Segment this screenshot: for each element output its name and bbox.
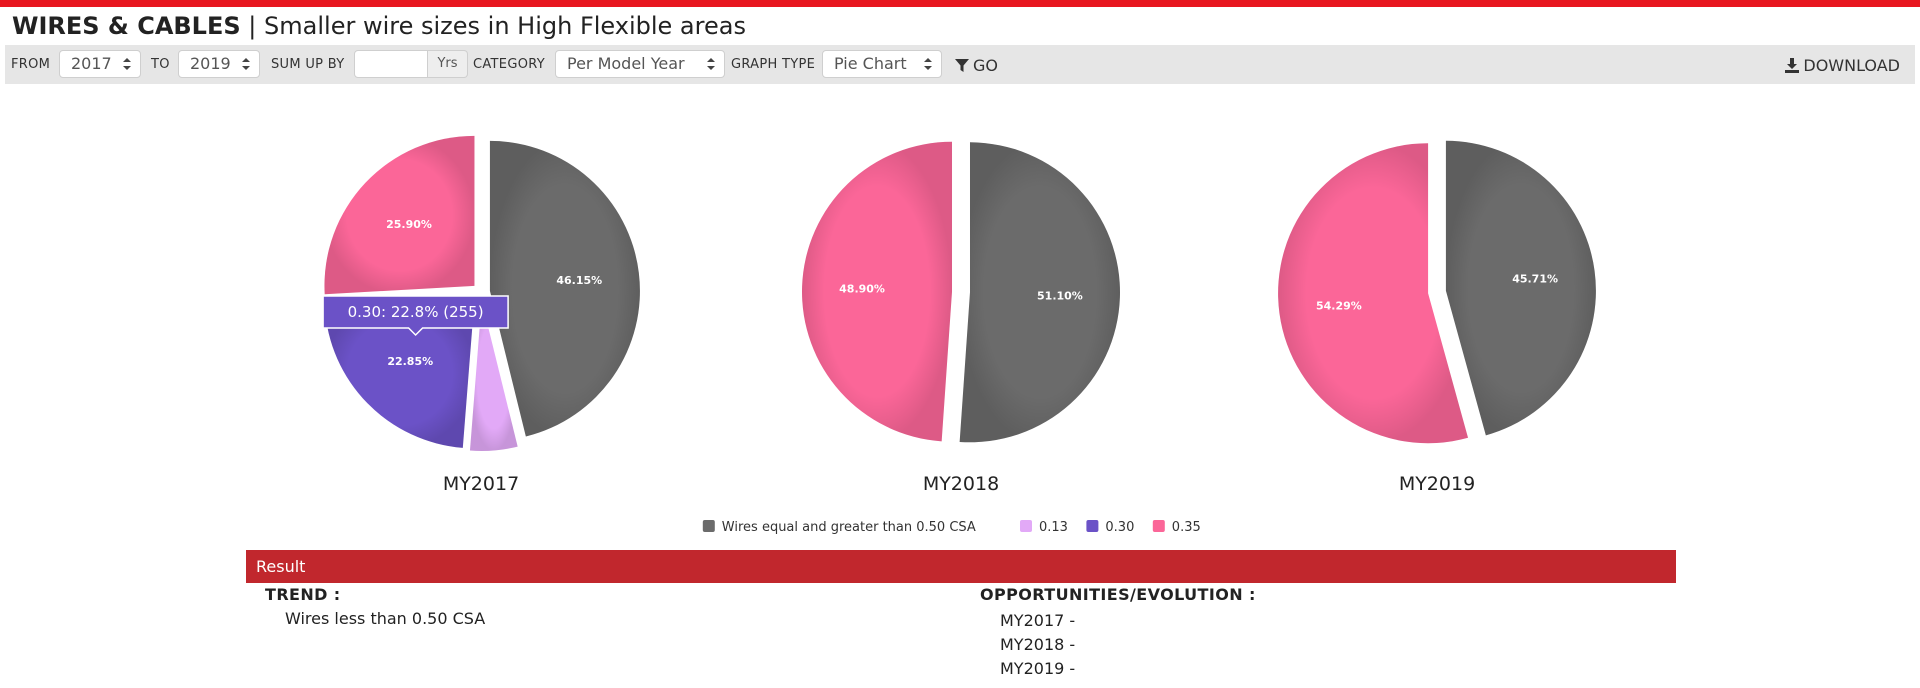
- legend-swatch: [702, 520, 715, 532]
- result-header: Result: [246, 550, 1676, 583]
- pie-slice-wires-equal-and-greater-than-0-50-csa[interactable]: [489, 140, 640, 437]
- pie-title: MY2018: [923, 473, 999, 495]
- legend-label: 0.35: [1172, 520, 1201, 535]
- go-label: GO: [973, 56, 998, 75]
- pie-slice-wires-equal-and-greater-than-0-50-csa[interactable]: [1445, 140, 1596, 436]
- pies-group: 46.15% 22.85% 25.90% MY2017 0.30: 22.8% (255…: [322, 135, 1596, 495]
- page-title-subtitle: Smaller wire sizes in High Flexible area…: [264, 12, 746, 40]
- top-accent-bar: [0, 0, 1920, 7]
- to-label: TO: [151, 57, 170, 72]
- opportunity-item: MY2018 -: [1000, 635, 1076, 654]
- to-year-select[interactable]: 2019: [178, 50, 260, 78]
- legend-label: 0.30: [1105, 520, 1134, 535]
- pie-data-label: 45.71%: [1512, 273, 1558, 286]
- from-year-value: 2017: [71, 54, 112, 73]
- download-label: DOWNLOAD: [1803, 56, 1900, 75]
- trend-text: Wires less than 0.50 CSA: [285, 609, 486, 628]
- select-caret-icon: [242, 58, 250, 70]
- legend-swatch: [1086, 520, 1099, 532]
- page-title-brand: WIRES & CABLES: [12, 12, 241, 40]
- pie-data-label: 48.90%: [839, 283, 885, 296]
- pie-data-label: 46.15%: [556, 274, 602, 287]
- legend-label: Wires equal and greater than 0.50 CSA: [722, 520, 976, 535]
- sumup-input[interactable]: [354, 50, 428, 78]
- download-icon: [1785, 58, 1800, 73]
- opportunity-item: MY2017 -: [1000, 611, 1076, 630]
- page-title: WIRES & CABLES | Smaller wire sizes in H…: [12, 10, 746, 42]
- select-caret-icon: [707, 58, 715, 70]
- sumup-label: SUM UP BY: [271, 57, 345, 72]
- legend-label: 0.13: [1039, 520, 1068, 535]
- graphtype-value: Pie Chart: [834, 54, 907, 73]
- pie-slice-0-35[interactable]: [1278, 143, 1469, 444]
- category-label: CATEGORY: [473, 57, 545, 72]
- from-year-select[interactable]: 2017: [59, 50, 141, 78]
- from-label: FROM: [11, 57, 51, 72]
- page-title-separator: |: [248, 12, 257, 40]
- select-caret-icon: [924, 58, 932, 70]
- pie-data-label: 25.90%: [386, 218, 432, 231]
- legend-item-0-30[interactable]: 0.30: [1086, 520, 1134, 535]
- opportunity-item: MY2019 -: [1000, 659, 1076, 678]
- pie-data-label: 22.85%: [387, 355, 433, 368]
- legend-swatch: [1152, 520, 1165, 532]
- legend-item-0-13[interactable]: 0.13: [1020, 520, 1068, 535]
- chart-legend: Wires equal and greater than 0.50 CSA 0.1…: [702, 520, 1201, 535]
- trend-heading: TREND :: [265, 585, 341, 604]
- legend-swatch: [1020, 520, 1032, 532]
- pie-data-label: 54.29%: [1316, 299, 1362, 312]
- sumup-unit-addon: Yrs: [428, 50, 468, 78]
- pie-title: MY2019: [1399, 473, 1475, 495]
- filter-toolbar: FROM 2017 TO 2019 SUM UP BY Yrs CATEGORY…: [5, 45, 1915, 84]
- pie-title: MY2017: [443, 473, 519, 495]
- go-button[interactable]: GO: [955, 56, 998, 75]
- opportunities-list: MY2017 - MY2018 - MY2019 -: [1000, 609, 1075, 681]
- pie-charts-area: 46.15% 22.85% 25.90% MY2017 0.30: 22.8% (255…: [322, 135, 1596, 535]
- opportunities-heading: OPPORTUNITIES/EVOLUTION :: [980, 585, 1256, 604]
- filter-icon: [955, 59, 969, 72]
- pie-slice-0-35[interactable]: [324, 135, 475, 295]
- pie-data-label: 51.10%: [1037, 289, 1083, 302]
- to-year-value: 2019: [190, 54, 231, 73]
- graphtype-select[interactable]: Pie Chart: [822, 50, 942, 78]
- download-button[interactable]: DOWNLOAD: [1785, 56, 1900, 75]
- category-value: Per Model Year: [567, 54, 685, 73]
- legend-item-0-35[interactable]: 0.35: [1152, 520, 1201, 535]
- legend-item-wires-equal-and-greater-than-0-50-csa[interactable]: Wires equal and greater than 0.50 CSA: [702, 520, 976, 535]
- category-select[interactable]: Per Model Year: [555, 50, 725, 78]
- chart-tooltip-text: 0.30: 22.8% (255): [348, 303, 484, 321]
- graphtype-label: GRAPH TYPE: [731, 57, 816, 72]
- select-caret-icon: [123, 58, 131, 70]
